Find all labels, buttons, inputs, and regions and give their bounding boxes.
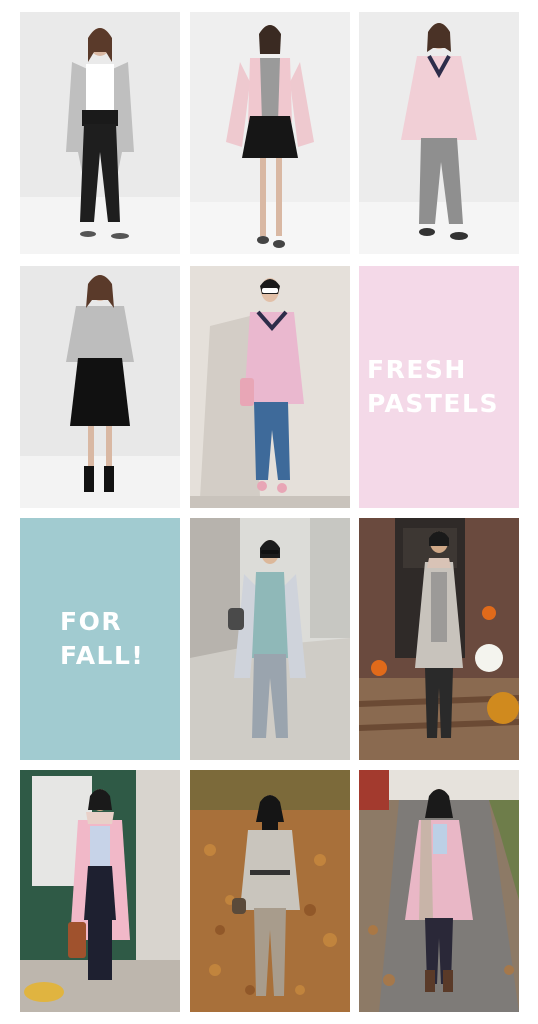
for-fall-line-1: FOR	[60, 606, 123, 636]
fresh-pastels-line-1: FRESH	[367, 354, 467, 384]
photo-pink-coat-path	[359, 770, 519, 1012]
photo-grey-coat-pumpkins	[359, 518, 519, 760]
photo-grey-cardigan-model	[20, 12, 180, 254]
photo-grey-sweater-autumn-leaves	[190, 770, 350, 1012]
photo-grey-sweater-black-skirt-model	[20, 266, 180, 508]
photo-pink-cardigan-door	[20, 770, 180, 1012]
photo-pink-sweater-grey-trousers-model	[359, 12, 519, 254]
for-fall-line-2: FALL!	[60, 641, 145, 670]
for-fall-tile: FOR FALL!	[20, 518, 180, 760]
photo-grey-cardigan-sidewalk	[190, 518, 350, 760]
photo-pink-sweater-jeans-wall	[190, 266, 350, 508]
fresh-pastels-tile: FRESH PASTELS	[359, 266, 519, 508]
photo-pink-cardigan-skirt-model	[190, 12, 350, 254]
fresh-pastels-line-2: PASTELS	[367, 389, 499, 418]
